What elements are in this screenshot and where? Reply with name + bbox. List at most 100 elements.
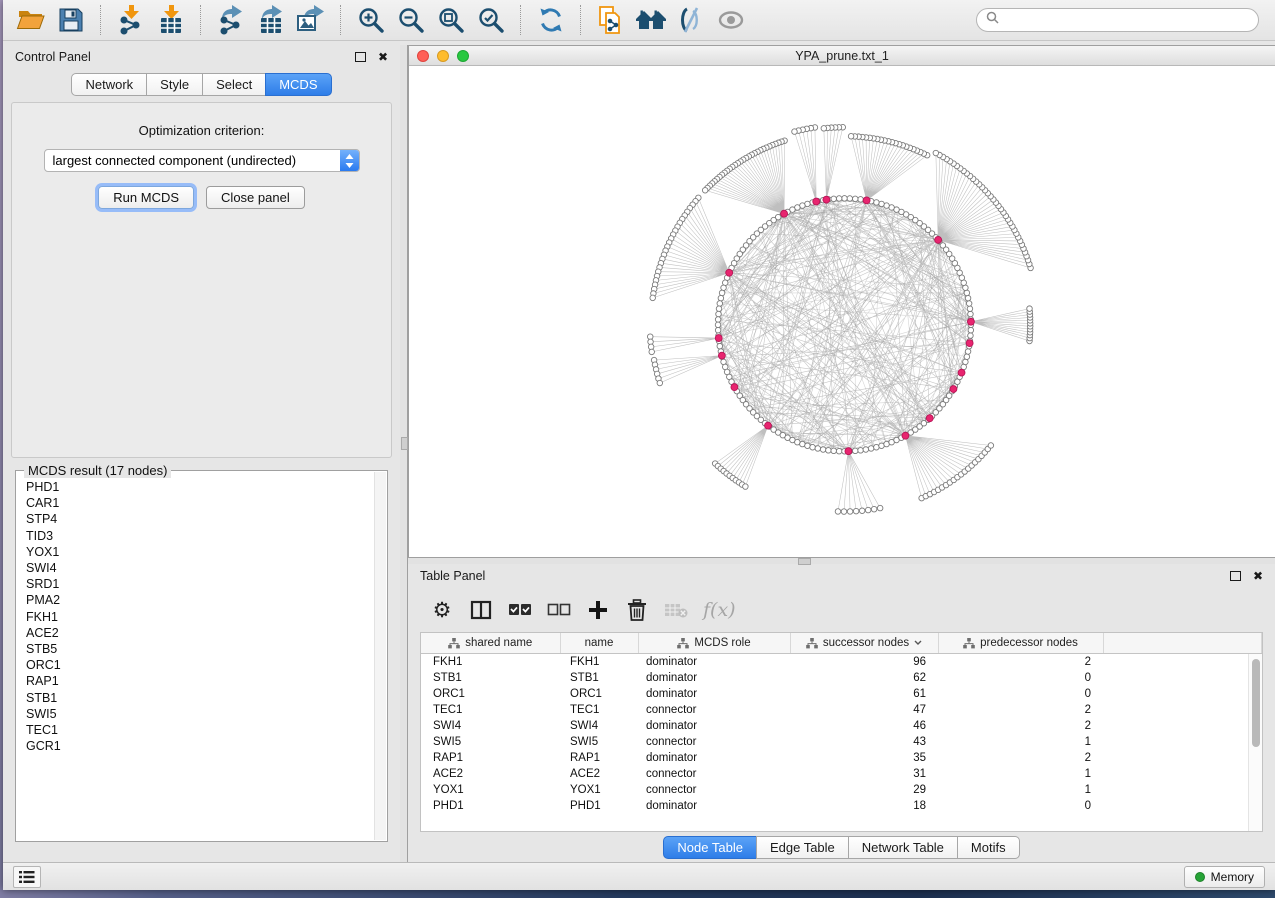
memory-button[interactable]: Memory: [1184, 866, 1265, 888]
float-table-panel-icon[interactable]: [1230, 571, 1241, 581]
close-panel-icon[interactable]: ✖: [378, 51, 388, 63]
tab-select[interactable]: Select: [202, 73, 266, 96]
main-area: Control Panel ✖ NetworkStyleSelectMCDS O…: [3, 41, 1275, 862]
table-row[interactable]: SWI5SWI5connector431: [421, 734, 1262, 750]
birds-eye-view-icon[interactable]: [711, 3, 751, 37]
table-scrollbar-track[interactable]: [1248, 654, 1262, 831]
select-all-icon[interactable]: [508, 596, 532, 624]
status-bar: Memory: [3, 862, 1275, 890]
memory-label: Memory: [1211, 870, 1254, 884]
table-panel-titlebar: Table Panel ✖: [408, 564, 1275, 588]
mcds-result-item[interactable]: YOX1: [26, 544, 373, 560]
zoom-in-icon[interactable]: [351, 3, 391, 37]
table-toolbar: ⚙f(x): [420, 590, 1263, 630]
column-header-mcds-role[interactable]: MCDS role: [638, 633, 790, 654]
mcds-result-item[interactable]: RAP1: [26, 673, 373, 689]
control-panel-title: Control Panel: [15, 50, 91, 64]
run-mcds-button[interactable]: Run MCDS: [98, 186, 194, 209]
mcds-result-item[interactable]: CAR1: [26, 495, 373, 511]
tab-style[interactable]: Style: [146, 73, 203, 96]
column-header-shared-name[interactable]: shared name: [421, 633, 560, 654]
export-network-icon[interactable]: [211, 3, 251, 37]
add-column-icon[interactable]: [586, 596, 610, 624]
zoom-out-icon[interactable]: [391, 3, 431, 37]
mcds-result-item[interactable]: TID3: [26, 528, 373, 544]
tab-motifs[interactable]: Motifs: [957, 836, 1020, 859]
open-file-icon[interactable]: [11, 3, 51, 37]
mcds-result-item[interactable]: PMA2: [26, 592, 373, 608]
table-row[interactable]: SWI4SWI4dominator462: [421, 718, 1262, 734]
mcds-result-item[interactable]: STB5: [26, 641, 373, 657]
column-header-successor-nodes[interactable]: successor nodes: [790, 633, 938, 654]
result-scrollbar-track[interactable]: [374, 472, 386, 840]
table-row[interactable]: FKH1FKH1dominator962: [421, 654, 1262, 671]
table-scrollbar-thumb[interactable]: [1252, 659, 1260, 747]
tab-network-table[interactable]: Network Table: [848, 836, 958, 859]
horizontal-splitter[interactable]: [408, 558, 1275, 564]
table-row[interactable]: TEC1TEC1connector472: [421, 702, 1262, 718]
export-table-icon[interactable]: [251, 3, 291, 37]
tab-network[interactable]: Network: [71, 73, 147, 96]
delete-column-icon[interactable]: [625, 596, 649, 624]
import-network-icon[interactable]: [111, 3, 151, 37]
network-home-icon[interactable]: [631, 3, 671, 37]
column-header-predecessor-nodes[interactable]: predecessor nodes: [938, 633, 1103, 654]
table-row[interactable]: ACE2ACE2connector311: [421, 766, 1262, 782]
table-row[interactable]: YOX1YOX1connector291: [421, 782, 1262, 798]
table-panel: Table Panel ✖ ⚙f(x) shared namenameMCDS …: [408, 564, 1275, 862]
maximize-window-icon[interactable]: [457, 50, 469, 62]
mcds-result-list[interactable]: PHD1CAR1STP4TID3YOX1SWI4SRD1PMA2FKH1ACE2…: [26, 479, 373, 837]
mcds-result-item[interactable]: SRD1: [26, 576, 373, 592]
mcds-result-item[interactable]: STP4: [26, 511, 373, 527]
zoom-selected-icon[interactable]: [471, 3, 511, 37]
right-stack: YPA_prune.txt_1 Table Panel ✖ ⚙f(x): [408, 45, 1275, 862]
table-row[interactable]: PHD1PHD1dominator180: [421, 798, 1262, 814]
table-row[interactable]: STB1STB1dominator620: [421, 670, 1262, 686]
network-window-title: YPA_prune.txt_1: [409, 49, 1275, 63]
mcds-result-item[interactable]: GCR1: [26, 738, 373, 754]
vertical-splitter[interactable]: [400, 45, 408, 862]
tab-node-table[interactable]: Node Table: [663, 836, 757, 859]
search-icon: [986, 11, 999, 29]
mcds-result-item[interactable]: TEC1: [26, 722, 373, 738]
search-box[interactable]: [976, 8, 1259, 32]
mcds-result-item[interactable]: SWI5: [26, 706, 373, 722]
table-row[interactable]: ORC1ORC1dominator610: [421, 686, 1262, 702]
import-table-icon[interactable]: [151, 3, 191, 37]
mcds-result-item[interactable]: ACE2: [26, 625, 373, 641]
table-row[interactable]: RAP1RAP1dominator352: [421, 750, 1262, 766]
criterion-dropdown[interactable]: largest connected component (undirected): [44, 149, 360, 172]
export-image-icon[interactable]: [291, 3, 331, 37]
list-icon: [19, 871, 35, 883]
table-panel-title: Table Panel: [420, 569, 485, 583]
tab-mcds[interactable]: MCDS: [265, 73, 331, 96]
close-window-icon[interactable]: [417, 50, 429, 62]
control-panel-titlebar: Control Panel ✖: [3, 45, 400, 69]
table-settings-icon[interactable]: ⚙: [430, 596, 454, 624]
mcds-result-title: MCDS result (17 nodes): [24, 463, 171, 478]
column-header-name[interactable]: name: [560, 633, 638, 654]
search-input[interactable]: [1005, 12, 1249, 28]
mcds-result-item[interactable]: STB1: [26, 690, 373, 706]
zoom-fit-icon[interactable]: [431, 3, 471, 37]
network-canvas[interactable]: [409, 66, 1275, 557]
mcds-result-item[interactable]: FKH1: [26, 609, 373, 625]
clone-network-icon[interactable]: [591, 3, 631, 37]
close-panel-button[interactable]: Close panel: [206, 186, 305, 209]
float-panel-icon[interactable]: [355, 52, 366, 62]
mcds-result-item[interactable]: SWI4: [26, 560, 373, 576]
save-session-icon[interactable]: [51, 3, 91, 37]
network-graph: [409, 66, 1275, 557]
node-table-grid[interactable]: shared namenameMCDS rolesuccessor nodesp…: [421, 633, 1262, 814]
deselect-all-icon[interactable]: [547, 596, 571, 624]
mcds-result-item[interactable]: ORC1: [26, 657, 373, 673]
minimize-window-icon[interactable]: [437, 50, 449, 62]
close-table-panel-icon[interactable]: ✖: [1253, 570, 1263, 582]
optimization-criterion-label: Optimization criterion:: [139, 123, 265, 138]
refresh-layout-icon[interactable]: [531, 3, 571, 37]
tab-edge-table[interactable]: Edge Table: [756, 836, 849, 859]
column-visibility-icon[interactable]: [469, 596, 493, 624]
hide-graphics-details-icon[interactable]: [671, 3, 711, 37]
mcds-result-item[interactable]: PHD1: [26, 479, 373, 495]
automation-panel-button[interactable]: [13, 866, 41, 888]
